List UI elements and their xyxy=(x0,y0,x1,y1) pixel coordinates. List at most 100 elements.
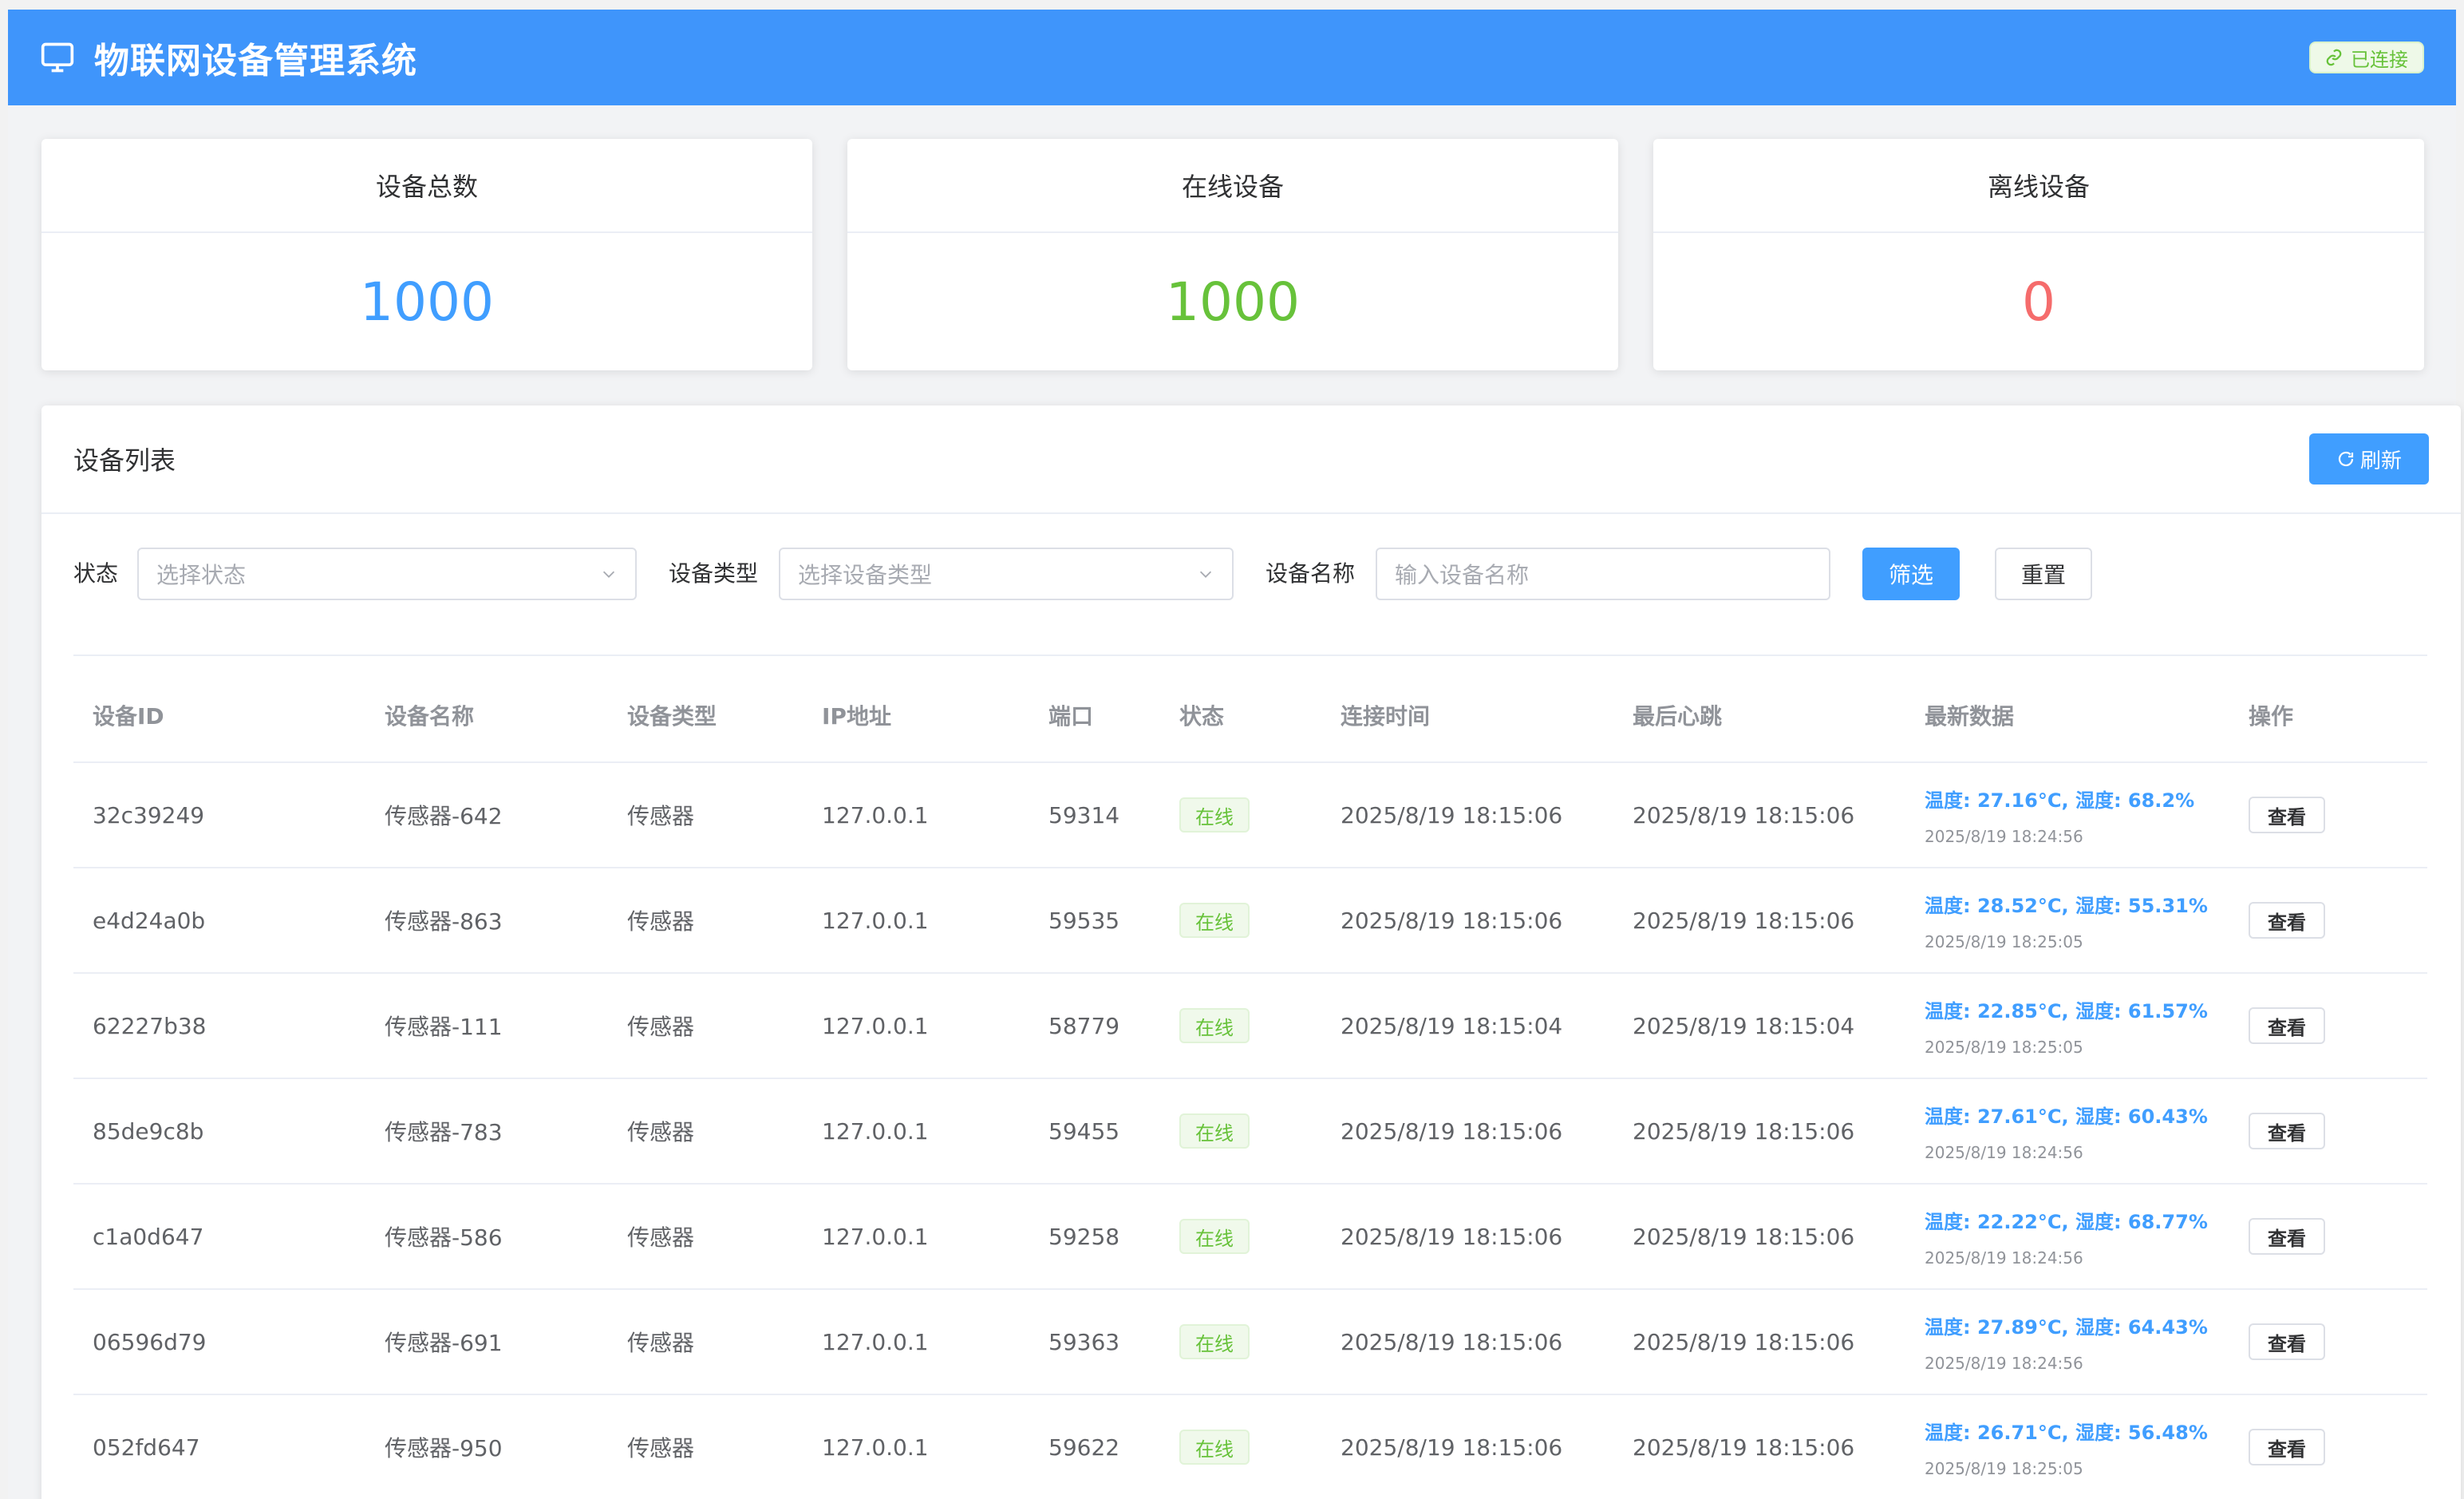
filter-divider xyxy=(73,655,2427,656)
cell-connected-time: 2025/8/19 18:15:06 xyxy=(1341,1328,1563,1355)
panel-title: 设备列表 xyxy=(73,445,176,476)
device-name-input[interactable]: 输入设备名称 xyxy=(1376,548,1830,600)
cell-latest-data: 温度: 27.89°C, 湿度: 64.43% 2025/8/19 18:24:… xyxy=(1925,1290,2208,1394)
table-header: 设备ID 设备名称 设备类型 IP地址 端口 状态 连接时间 最后心跳 最新数据… xyxy=(73,669,2427,763)
link-icon xyxy=(2325,49,2343,66)
table-body: 32c39249 传感器-642 传感器 127.0.0.1 59314 在线 2025… xyxy=(73,763,2427,1499)
device-table: 设备ID 设备名称 设备类型 IP地址 端口 状态 连接时间 最后心跳 最新数据… xyxy=(73,669,2427,1499)
stat-value: 1000 xyxy=(1166,271,1300,333)
filter-button[interactable]: 筛选 xyxy=(1862,548,1960,600)
cell-device-type: 传感器 xyxy=(627,1014,695,1040)
cell-heartbeat-time: 2025/8/19 18:15:06 xyxy=(1633,1434,1855,1461)
column-header-ip[interactable]: IP地址 xyxy=(822,669,891,761)
status-tag: 在线 xyxy=(1179,1324,1250,1359)
panel-header: 设备列表 刷新 xyxy=(41,405,2461,514)
column-header-data[interactable]: 最新数据 xyxy=(1925,669,2014,761)
column-header-port[interactable]: 端口 xyxy=(1048,669,1093,761)
cell-device-type: 传感器 xyxy=(627,908,695,935)
app-header: 物联网设备管理系统 已连接 xyxy=(8,10,2456,105)
latest-data-value: 温度: 27.16°C, 湿度: 68.2% xyxy=(1925,789,2195,812)
cell-latest-data: 温度: 22.85°C, 湿度: 61.57% 2025/8/19 18:25:… xyxy=(1925,974,2208,1078)
view-button[interactable]: 查看 xyxy=(2249,1429,2325,1465)
cell-heartbeat-time: 2025/8/19 18:15:06 xyxy=(1633,1223,1855,1250)
cell-status: 在线 xyxy=(1179,868,1250,972)
view-button[interactable]: 查看 xyxy=(2249,1323,2325,1360)
view-button[interactable]: 查看 xyxy=(2249,797,2325,833)
cell-device-id: 052fd647 xyxy=(93,1434,200,1461)
column-header-heartbeat[interactable]: 最后心跳 xyxy=(1633,669,1722,761)
view-button[interactable]: 查看 xyxy=(2249,1218,2325,1255)
view-button[interactable]: 查看 xyxy=(2249,1113,2325,1149)
cell-action: 查看 xyxy=(2249,1290,2325,1394)
latest-data-value: 温度: 27.89°C, 湿度: 64.43% xyxy=(1925,1315,2208,1339)
view-button[interactable]: 查看 xyxy=(2249,1007,2325,1044)
latest-data-time: 2025/8/19 18:24:56 xyxy=(1925,1248,2083,1268)
cell-ip: 127.0.0.1 xyxy=(822,801,929,829)
cell-connected-time: 2025/8/19 18:15:06 xyxy=(1341,1223,1563,1250)
cell-action: 查看 xyxy=(2249,763,2325,867)
status-select-placeholder: 选择状态 xyxy=(156,562,247,588)
cell-action: 查看 xyxy=(2249,1079,2325,1183)
filter-bar: 状态 选择状态 设备类型 选择设备类型 设备名称 输入设备名称 筛选 重置 xyxy=(73,548,2427,600)
view-button[interactable]: 查看 xyxy=(2249,902,2325,939)
refresh-button[interactable]: 刷新 xyxy=(2308,433,2429,485)
cell-device-name: 传感器-642 xyxy=(385,803,503,829)
cell-status: 在线 xyxy=(1179,1185,1250,1288)
cell-device-type: 传感器 xyxy=(627,1224,695,1251)
cell-device-id: c1a0d647 xyxy=(93,1223,204,1250)
cell-device-type: 传感器 xyxy=(627,1435,695,1461)
latest-data-value: 温度: 26.71°C, 湿度: 56.48% xyxy=(1925,1421,2208,1444)
table-row: 052fd647 传感器-950 传感器 127.0.0.1 59622 在线 2025… xyxy=(73,1395,2427,1499)
table-row: c1a0d647 传感器-586 传感器 127.0.0.1 59258 在线 2025… xyxy=(73,1185,2427,1290)
header-brand: 物联网设备管理系统 xyxy=(40,32,417,83)
cell-connected-time: 2025/8/19 18:15:06 xyxy=(1341,1117,1563,1145)
status-tag: 在线 xyxy=(1179,903,1250,938)
status-tag: 在线 xyxy=(1179,1219,1250,1254)
cell-device-name: 传感器-691 xyxy=(385,1330,503,1356)
table-row: 62227b38 传感器-111 传感器 127.0.0.1 58779 在线 2025… xyxy=(73,974,2427,1079)
reset-button[interactable]: 重置 xyxy=(1995,548,2092,600)
latest-data-time: 2025/8/19 18:24:56 xyxy=(1925,1142,2083,1162)
cell-port: 58779 xyxy=(1048,1012,1120,1039)
cell-device-id: 62227b38 xyxy=(93,1012,207,1039)
cell-port: 59622 xyxy=(1048,1434,1120,1461)
latest-data-value: 温度: 22.85°C, 湿度: 61.57% xyxy=(1925,999,2208,1022)
cell-ip: 127.0.0.1 xyxy=(822,1328,929,1355)
status-select[interactable]: 选择状态 xyxy=(137,548,637,600)
cell-connected-time: 2025/8/19 18:15:06 xyxy=(1341,801,1563,829)
column-header-type[interactable]: 设备类型 xyxy=(627,669,717,761)
cell-device-id: 85de9c8b xyxy=(93,1117,204,1145)
status-tag: 在线 xyxy=(1179,1430,1250,1465)
cell-port: 59535 xyxy=(1048,907,1120,934)
table-row: 85de9c8b 传感器-783 传感器 127.0.0.1 59455 在线 2025… xyxy=(73,1079,2427,1185)
cell-port: 59363 xyxy=(1048,1328,1120,1355)
cell-action: 查看 xyxy=(2249,1395,2325,1499)
cell-connected-time: 2025/8/19 18:15:06 xyxy=(1341,907,1563,934)
column-header-id[interactable]: 设备ID xyxy=(93,669,164,761)
cell-ip: 127.0.0.1 xyxy=(822,1117,929,1145)
app-title: 物联网设备管理系统 xyxy=(94,41,417,81)
status-filter-label: 状态 xyxy=(73,560,119,587)
stat-value: 1000 xyxy=(360,271,494,333)
stat-card-offline: 离线设备 0 xyxy=(1653,139,2424,370)
latest-data-time: 2025/8/19 18:25:05 xyxy=(1925,931,2083,951)
column-header-action[interactable]: 操作 xyxy=(2249,669,2293,761)
cell-action: 查看 xyxy=(2249,868,2325,972)
status-tag: 在线 xyxy=(1179,1008,1250,1043)
device-type-select[interactable]: 选择设备类型 xyxy=(779,548,1234,600)
stat-label: 离线设备 xyxy=(1653,139,2424,233)
cell-ip: 127.0.0.1 xyxy=(822,1434,929,1461)
column-header-connected[interactable]: 连接时间 xyxy=(1341,669,1430,761)
cell-latest-data: 温度: 26.71°C, 湿度: 56.48% 2025/8/19 18:25:… xyxy=(1925,1395,2208,1499)
cell-heartbeat-time: 2025/8/19 18:15:06 xyxy=(1633,1328,1855,1355)
cell-heartbeat-time: 2025/8/19 18:15:06 xyxy=(1633,907,1855,934)
cell-action: 查看 xyxy=(2249,1185,2325,1288)
device-list-panel: 设备列表 刷新 状态 选择状态 设备类型 选择设备类型 设备名称 输入设备名称 … xyxy=(41,405,2461,1499)
cell-heartbeat-time: 2025/8/19 18:15:04 xyxy=(1633,1012,1855,1039)
cell-device-type: 传感器 xyxy=(627,1330,695,1356)
stat-label: 设备总数 xyxy=(41,139,812,233)
column-header-status[interactable]: 状态 xyxy=(1179,669,1224,761)
latest-data-time: 2025/8/19 18:24:56 xyxy=(1925,1353,2083,1373)
latest-data-time: 2025/8/19 18:25:05 xyxy=(1925,1037,2083,1057)
column-header-name[interactable]: 设备名称 xyxy=(385,669,474,761)
